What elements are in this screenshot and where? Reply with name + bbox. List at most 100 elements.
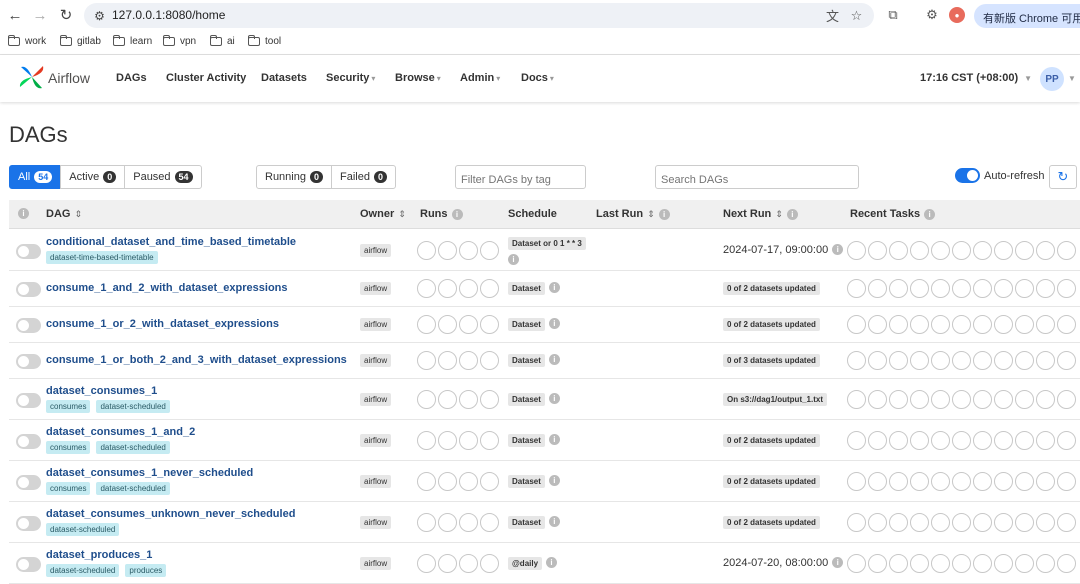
- sort-icon[interactable]: ⇕: [647, 209, 655, 220]
- run-state-circle[interactable]: [480, 471, 499, 491]
- bookmark-gitlab[interactable]: gitlab: [60, 35, 101, 47]
- task-state-circle[interactable]: [910, 315, 929, 334]
- owner-badge[interactable]: airflow: [360, 282, 392, 295]
- owner-badge[interactable]: airflow: [360, 243, 392, 257]
- translate-icon[interactable]: 文: [825, 8, 840, 24]
- task-state-circle[interactable]: [1057, 279, 1076, 298]
- dag-link[interactable]: dataset_consumes_unknown_never_scheduled: [46, 508, 295, 520]
- bookmark-tool[interactable]: tool: [248, 35, 281, 47]
- schedule-badge[interactable]: Dataset: [508, 433, 545, 447]
- dag-link[interactable]: consume_1_or_both_2_and_3_with_dataset_e…: [46, 354, 347, 366]
- task-state-circle[interactable]: [868, 430, 887, 450]
- task-state-circle[interactable]: [994, 512, 1013, 532]
- task-state-circle[interactable]: [847, 351, 866, 370]
- task-state-circle[interactable]: [1036, 279, 1055, 298]
- run-state-circle[interactable]: [438, 389, 457, 409]
- run-state-circle[interactable]: [438, 240, 457, 260]
- run-state-circle[interactable]: [459, 315, 478, 334]
- run-state-circle[interactable]: [417, 553, 436, 573]
- schedule-badge[interactable]: Dataset or 0 1 * * 3: [508, 237, 586, 250]
- dag-tag[interactable]: produces: [125, 564, 167, 577]
- task-state-circle[interactable]: [1036, 471, 1055, 491]
- info-icon[interactable]: i: [832, 244, 844, 255]
- extension-icon[interactable]: ⚙: [924, 7, 940, 23]
- pause-toggle[interactable]: [16, 392, 41, 408]
- task-state-circle[interactable]: [868, 240, 887, 260]
- task-state-circle[interactable]: [868, 389, 887, 409]
- dag-link[interactable]: consume_1_and_2_with_dataset_expressions: [46, 282, 288, 294]
- task-state-circle[interactable]: [973, 240, 992, 260]
- task-state-circle[interactable]: [952, 553, 971, 573]
- dag-link[interactable]: dataset_consumes_1_and_2: [46, 426, 195, 438]
- next-run-badge[interactable]: 0 of 3 datasets updated: [723, 354, 820, 367]
- task-state-circle[interactable]: [952, 351, 971, 370]
- task-state-circle[interactable]: [1015, 430, 1034, 450]
- chevron-down-icon[interactable]: ▼: [1068, 74, 1076, 83]
- info-icon[interactable]: i: [548, 433, 560, 445]
- bookmark-work[interactable]: work: [8, 35, 46, 47]
- task-state-circle[interactable]: [1057, 430, 1076, 450]
- run-state-circle[interactable]: [480, 553, 499, 573]
- task-state-circle[interactable]: [994, 351, 1013, 370]
- pause-toggle[interactable]: [16, 515, 41, 531]
- task-state-circle[interactable]: [952, 315, 971, 334]
- user-avatar[interactable]: PP: [1040, 67, 1064, 91]
- dag-tag[interactable]: consumes: [46, 441, 91, 454]
- info-icon[interactable]: i: [508, 254, 519, 265]
- filter-all-button[interactable]: All 54: [9, 165, 62, 189]
- task-state-circle[interactable]: [910, 430, 929, 450]
- address-bar[interactable]: ⚙ 127.0.0.1:8080/home: [84, 3, 874, 28]
- back-arrow-icon[interactable]: ←: [6, 6, 24, 24]
- task-state-circle[interactable]: [931, 389, 950, 409]
- task-state-circle[interactable]: [910, 389, 929, 409]
- task-state-circle[interactable]: [847, 389, 866, 409]
- extensions-icon[interactable]: ⧉: [885, 7, 901, 23]
- task-state-circle[interactable]: [889, 389, 908, 409]
- task-state-circle[interactable]: [1057, 553, 1076, 573]
- task-state-circle[interactable]: [910, 553, 929, 573]
- sort-icon[interactable]: ⇕: [398, 209, 406, 220]
- task-state-circle[interactable]: [952, 389, 971, 409]
- task-state-circle[interactable]: [847, 553, 866, 573]
- task-state-circle[interactable]: [889, 279, 908, 298]
- task-state-circle[interactable]: [910, 240, 929, 260]
- task-state-circle[interactable]: [1015, 240, 1034, 260]
- run-state-circle[interactable]: [480, 512, 499, 532]
- pause-toggle[interactable]: [16, 354, 41, 369]
- run-state-circle[interactable]: [417, 240, 436, 260]
- forward-arrow-icon[interactable]: →: [31, 6, 49, 24]
- pause-toggle[interactable]: [16, 556, 41, 572]
- task-state-circle[interactable]: [1015, 279, 1034, 298]
- run-state-circle[interactable]: [438, 471, 457, 491]
- task-state-circle[interactable]: [973, 471, 992, 491]
- run-state-circle[interactable]: [480, 389, 499, 409]
- schedule-badge[interactable]: Dataset: [508, 392, 545, 406]
- task-state-circle[interactable]: [889, 471, 908, 491]
- task-state-circle[interactable]: [1015, 553, 1034, 573]
- filter-running-button[interactable]: Running 0: [256, 165, 332, 189]
- dag-tag[interactable]: dataset-scheduled: [96, 441, 170, 454]
- task-state-circle[interactable]: [994, 553, 1013, 573]
- filter-paused-button[interactable]: Paused 54: [124, 165, 202, 189]
- owner-badge[interactable]: airflow: [360, 556, 392, 570]
- nav-docs[interactable]: Docs ▾: [521, 72, 554, 84]
- task-state-circle[interactable]: [847, 471, 866, 491]
- run-state-circle[interactable]: [438, 279, 457, 298]
- nav-browse[interactable]: Browse ▾: [395, 72, 441, 84]
- task-state-circle[interactable]: [889, 315, 908, 334]
- dag-tag[interactable]: consumes: [46, 400, 91, 413]
- schedule-badge[interactable]: Dataset: [508, 515, 545, 529]
- dag-link[interactable]: dataset_consumes_1_never_scheduled: [46, 467, 253, 479]
- run-state-circle[interactable]: [480, 279, 499, 298]
- run-state-circle[interactable]: [459, 351, 478, 370]
- run-state-circle[interactable]: [459, 240, 478, 260]
- task-state-circle[interactable]: [1015, 315, 1034, 334]
- info-icon[interactable]: i: [832, 557, 844, 568]
- run-state-circle[interactable]: [417, 512, 436, 532]
- search-dags-input[interactable]: [655, 165, 859, 189]
- schedule-badge[interactable]: Dataset: [508, 282, 545, 295]
- run-state-circle[interactable]: [438, 430, 457, 450]
- task-state-circle[interactable]: [931, 553, 950, 573]
- profile-icon[interactable]: ●: [949, 7, 965, 23]
- run-state-circle[interactable]: [480, 315, 499, 334]
